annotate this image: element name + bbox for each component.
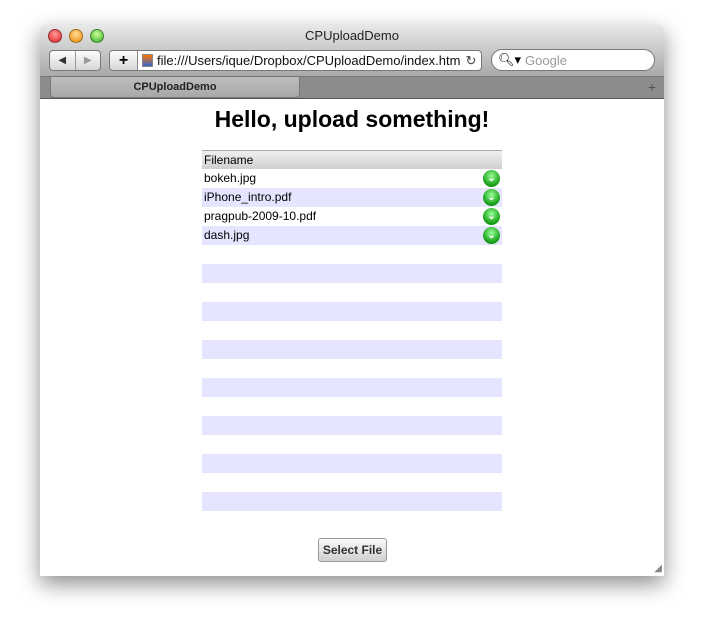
- download-icon[interactable]: ⌄: [483, 208, 500, 225]
- resize-grip-icon[interactable]: ◢: [654, 563, 662, 574]
- table-row[interactable]: [202, 435, 502, 454]
- titlebar: CPUploadDemo ◀ ▶ + file:///Users/ique/Dro…: [40, 25, 664, 77]
- search-input[interactable]: 🔍︎▾ Google: [491, 49, 655, 71]
- table-row[interactable]: [202, 397, 502, 416]
- add-bookmark-button[interactable]: +: [110, 51, 138, 70]
- window-title: CPUploadDemo: [305, 28, 399, 43]
- table-row[interactable]: bokeh.jpg ⌄: [202, 169, 502, 188]
- table-row[interactable]: dash.jpg ⌄: [202, 226, 502, 245]
- reload-icon[interactable]: ↻: [461, 53, 481, 69]
- table-row[interactable]: [202, 302, 502, 321]
- table-row[interactable]: [202, 264, 502, 283]
- new-tab-icon[interactable]: +: [648, 79, 656, 95]
- column-header-filename: Filename: [202, 150, 502, 169]
- table-row[interactable]: iPhone_intro.pdf ⌄: [202, 188, 502, 207]
- back-button[interactable]: ◀: [50, 51, 75, 70]
- search-placeholder: Google: [525, 52, 567, 68]
- select-file-button[interactable]: Select File: [318, 538, 387, 562]
- filename: bokeh.jpg: [204, 171, 257, 185]
- table-row[interactable]: [202, 378, 502, 397]
- search-icon: 🔍︎▾: [498, 52, 522, 67]
- table-row[interactable]: [202, 340, 502, 359]
- url-text[interactable]: file:///Users/ique/Dropbox/CPUploadDemo/…: [157, 53, 461, 68]
- file-icon: [142, 54, 153, 67]
- forward-button[interactable]: ▶: [74, 51, 101, 70]
- filename: dash.jpg: [204, 228, 250, 242]
- download-icon[interactable]: ⌄: [483, 170, 500, 187]
- page-content: Hello, upload something! Filename bokeh.…: [40, 99, 664, 576]
- filename: pragpub-2009-10.pdf: [204, 209, 317, 223]
- table-row[interactable]: [202, 245, 502, 264]
- table-row[interactable]: [202, 283, 502, 302]
- table-row[interactable]: [202, 359, 502, 378]
- table-row[interactable]: [202, 454, 502, 473]
- download-icon[interactable]: ⌄: [483, 227, 500, 244]
- browser-window: CPUploadDemo ◀ ▶ + file:///Users/ique/Dro…: [40, 25, 664, 576]
- tab-cpuploaddemo[interactable]: CPUploadDemo: [50, 77, 300, 98]
- download-icon[interactable]: ⌄: [483, 189, 500, 206]
- table-row[interactable]: [202, 416, 502, 435]
- table-row[interactable]: [202, 321, 502, 340]
- table-row[interactable]: [202, 473, 502, 492]
- address-bar[interactable]: + file:///Users/ique/Dropbox/CPUploadDem…: [109, 50, 482, 71]
- table-row[interactable]: pragpub-2009-10.pdf ⌄: [202, 207, 502, 226]
- file-table: Filename bokeh.jpg ⌄ iPhone_intro.pdf ⌄ prag…: [202, 150, 502, 511]
- page-title: Hello, upload something!: [214, 106, 490, 132]
- tab-bar: CPUploadDemo +: [40, 77, 664, 99]
- table-row[interactable]: [202, 492, 502, 511]
- filename: iPhone_intro.pdf: [204, 190, 292, 204]
